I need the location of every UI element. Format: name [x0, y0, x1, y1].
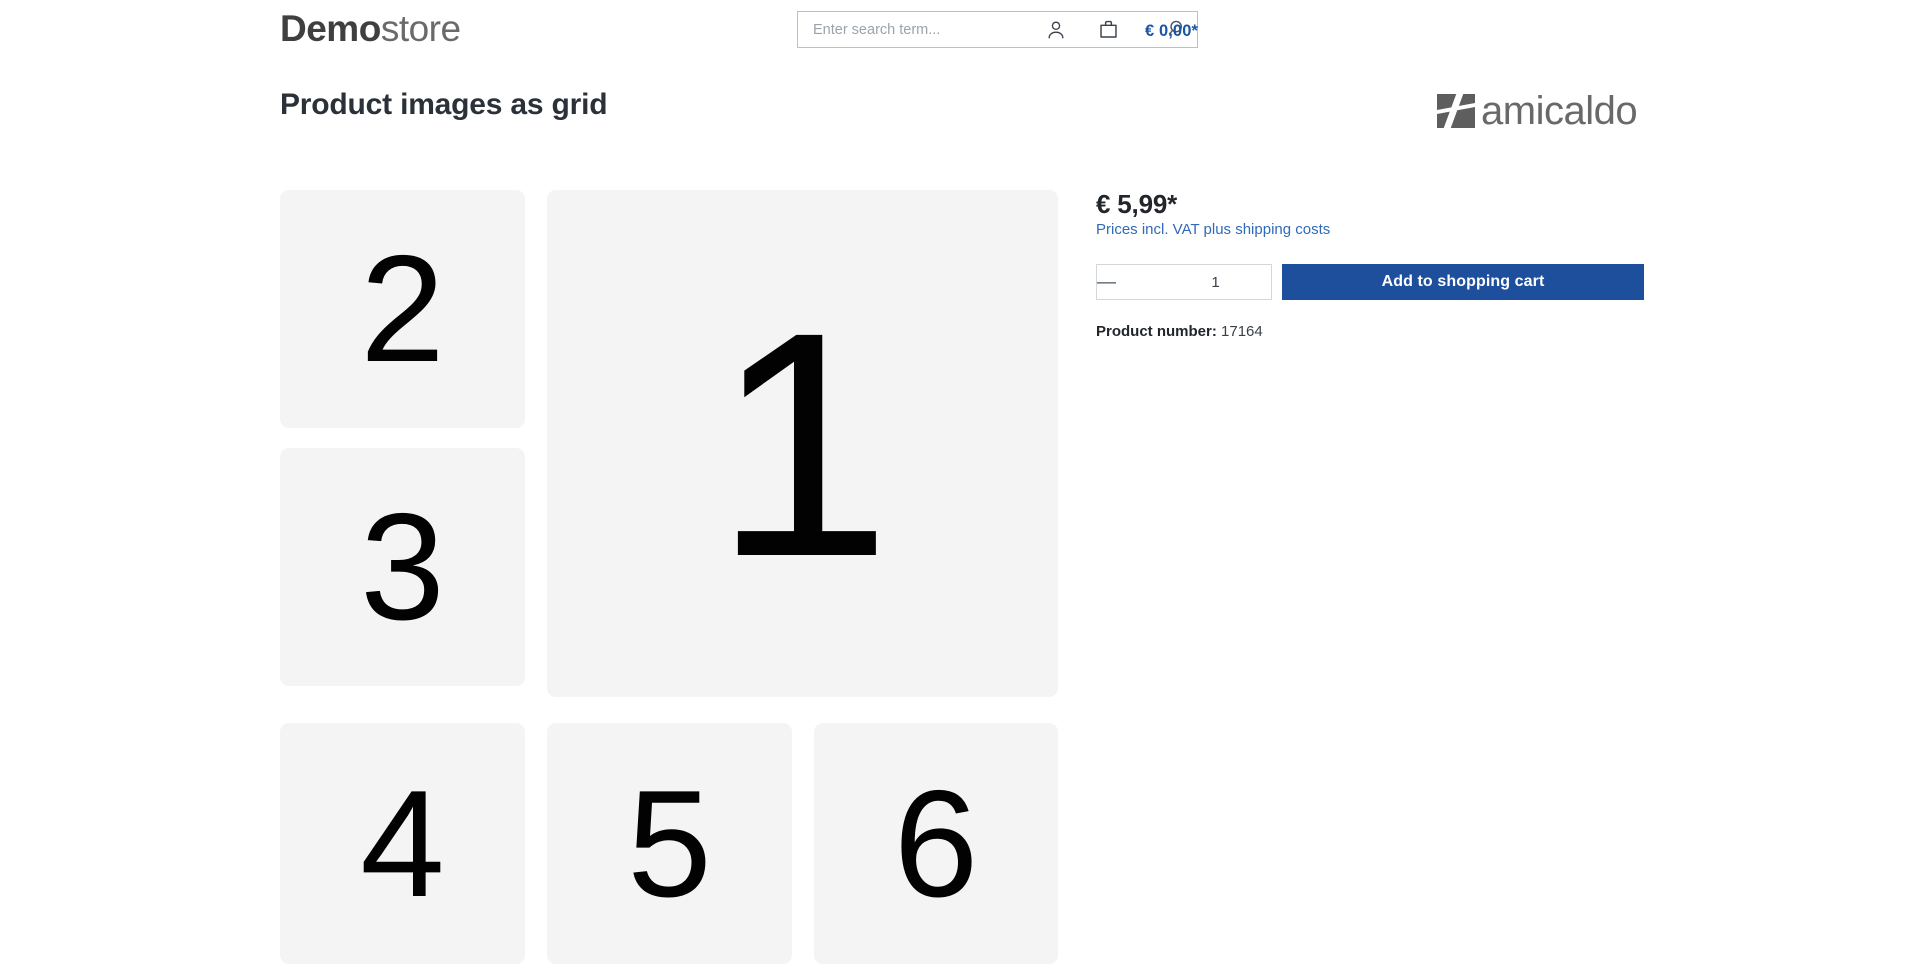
manufacturer-logo[interactable]: amicaldo [1437, 89, 1638, 133]
product-buy-box: € 5,99* Prices incl. VAT plus shipping c… [1096, 188, 1644, 342]
quantity-decrease-button[interactable]: — [1097, 265, 1116, 299]
manufacturer-name: amicaldo [1481, 89, 1638, 133]
gallery-tile-label: 6 [893, 758, 979, 929]
gallery-tile[interactable]: 2 [280, 190, 525, 428]
gallery-tile[interactable]: 6 [814, 723, 1058, 964]
gallery-tile-label: 5 [627, 758, 712, 929]
gallery-tile[interactable]: 4 [280, 723, 525, 964]
site-header: Demostore Enter search term... € 0,00* [0, 0, 1920, 62]
amicaldo-logo-mark-icon [1437, 91, 1477, 131]
gallery-tile[interactable]: 5 [547, 723, 792, 964]
header-actions: € 0,00* [1041, 0, 1920, 62]
user-icon [1045, 19, 1067, 44]
gallery-tile-label: 1 [713, 264, 892, 623]
product-price: € 5,99* [1096, 189, 1178, 219]
cart-button[interactable] [1093, 16, 1123, 46]
tax-shipping-link[interactable]: Prices incl. VAT plus shipping costs [1096, 221, 1330, 238]
page-title: Product images as grid [280, 88, 608, 121]
cart-total-amount[interactable]: € 0,00* [1145, 22, 1198, 41]
add-to-cart-button[interactable]: Add to shopping cart [1282, 264, 1644, 300]
product-image-gallery: 2 3 1 4 5 6 [280, 190, 1058, 964]
site-logo[interactable]: Demostore [280, 6, 461, 52]
gallery-tile-label: 4 [360, 758, 445, 929]
shopping-bag-icon [1097, 18, 1120, 44]
gallery-tile-label: 3 [360, 482, 445, 652]
purchase-row: — + Add to shopping cart [1096, 264, 1644, 300]
gallery-tile[interactable]: 3 [280, 448, 525, 686]
site-logo-light: store [380, 8, 461, 49]
product-number: Product number: 17164 [1096, 322, 1644, 342]
account-button[interactable] [1041, 16, 1071, 46]
product-number-label: Product number: [1096, 323, 1217, 340]
product-number-value: 17164 [1221, 323, 1263, 340]
quantity-stepper[interactable]: — + [1096, 264, 1326, 300]
gallery-tile-main[interactable]: 1 [547, 190, 1058, 697]
site-logo-strong: Demo [280, 8, 381, 49]
gallery-tile-label: 2 [360, 224, 445, 394]
